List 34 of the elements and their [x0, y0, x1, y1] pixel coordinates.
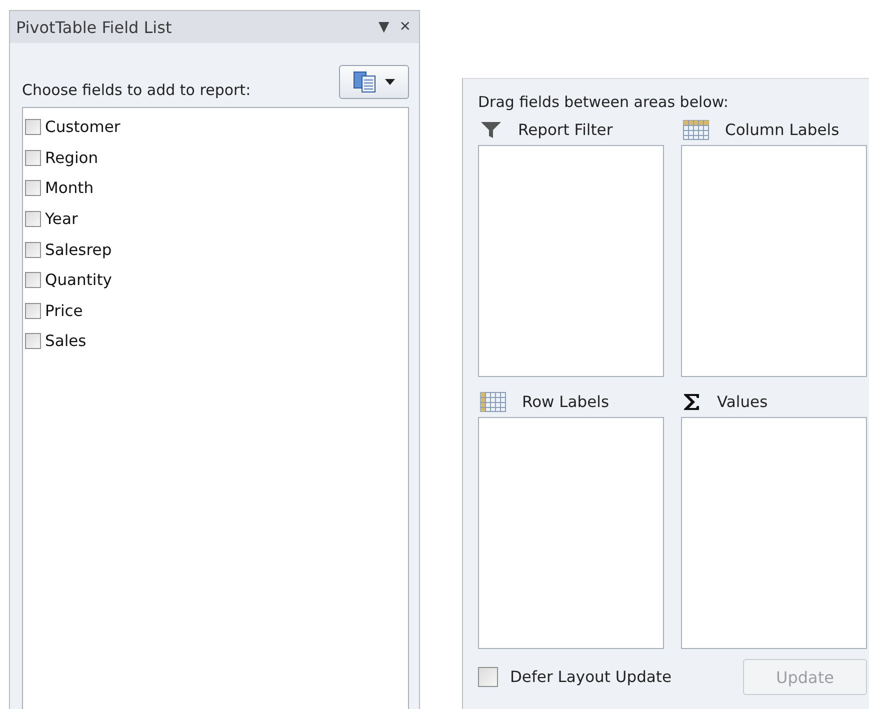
caret-icon	[385, 79, 395, 85]
field-label[interactable]: Year	[45, 210, 78, 228]
field-label[interactable]: Month	[45, 179, 94, 198]
area-label: Report Filter	[518, 121, 613, 139]
field-label[interactable]: Region	[45, 148, 98, 167]
instruction-text: Drag fields between areas below:	[478, 93, 730, 111]
area-label: Values	[717, 393, 768, 411]
sigma-icon	[683, 393, 701, 411]
table-icon	[683, 120, 709, 140]
field-label[interactable]: Customer	[45, 118, 120, 136]
filter-icon	[480, 121, 502, 139]
checkbox[interactable]	[25, 119, 41, 136]
close-button[interactable]: ✕	[399, 19, 411, 35]
layout-icon	[353, 71, 377, 93]
instruction-text: Choose fields to add to report:	[22, 81, 251, 99]
checkbox[interactable]	[25, 150, 41, 166]
panel-title: PivotTable Field List	[16, 18, 173, 36]
checkbox[interactable]	[25, 180, 41, 196]
checkbox[interactable]	[25, 302, 41, 319]
field-label[interactable]: Sales	[45, 332, 86, 350]
area-label: Column Labels	[725, 121, 840, 139]
table-icon	[480, 392, 506, 412]
checkbox[interactable]	[25, 272, 41, 288]
area-label: Row Labels	[522, 393, 610, 411]
field-label[interactable]: Price	[45, 302, 83, 320]
checkbox-label[interactable]: Defer Layout Update	[510, 668, 672, 686]
checkbox[interactable]	[25, 242, 41, 258]
field-label[interactable]: Salesrep	[45, 240, 112, 259]
layout-button[interactable]	[339, 65, 409, 99]
dropdown-button[interactable]: ▼	[378, 19, 390, 35]
checkbox[interactable]	[25, 211, 41, 228]
field-label[interactable]: Quantity	[45, 271, 112, 290]
checkbox[interactable]	[25, 333, 41, 350]
checkbox[interactable]	[478, 667, 498, 687]
